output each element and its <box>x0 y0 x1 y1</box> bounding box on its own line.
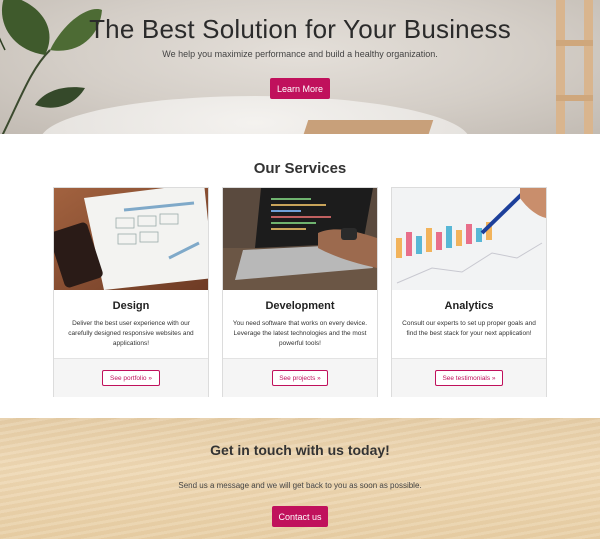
analytics-card: Analytics Consult our experts to set up … <box>391 187 547 397</box>
see-projects-button[interactable]: See projects » <box>272 370 328 386</box>
design-card: Design Deliver the best user experience … <box>53 187 209 397</box>
design-card-image <box>54 188 208 290</box>
learn-more-button[interactable]: Learn More <box>270 78 330 99</box>
hero-title: The Best Solution for Your Business <box>89 14 511 44</box>
design-card-text: Deliver the best user experience with ou… <box>68 320 194 348</box>
hero-subtitle: We help you maximize performance and bui… <box>162 49 438 59</box>
development-card-text: You need software that works on every de… <box>232 320 368 348</box>
analytics-card-text: Consult our experts to set up proper goa… <box>402 320 536 338</box>
services-title: Our Services <box>253 160 347 177</box>
development-card: Development You need software that works… <box>222 187 378 397</box>
see-portfolio-button[interactable]: See portfolio » <box>102 370 160 386</box>
contact-us-button[interactable]: Contact us <box>272 506 328 527</box>
development-card-title: Development <box>265 300 335 312</box>
hero-section: The Best Solution for Your Business We h… <box>0 0 600 134</box>
analytics-card-footer: See testimonials » <box>392 358 546 397</box>
analytics-card-image <box>392 188 546 290</box>
development-card-image <box>223 188 377 290</box>
see-testimonials-button[interactable]: See testimonials » <box>435 370 503 386</box>
contact-title: Get in touch with us today! <box>210 442 390 458</box>
contact-subtitle: Send us a message and we will get back t… <box>178 481 422 490</box>
design-card-footer: See portfolio » <box>54 358 208 397</box>
development-card-footer: See projects » <box>223 358 377 397</box>
wooden-board-image <box>301 120 434 134</box>
analytics-card-title: Analytics <box>444 300 494 312</box>
contact-section: Get in touch with us today! Send us a me… <box>0 418 600 539</box>
design-card-title: Design <box>112 300 150 312</box>
